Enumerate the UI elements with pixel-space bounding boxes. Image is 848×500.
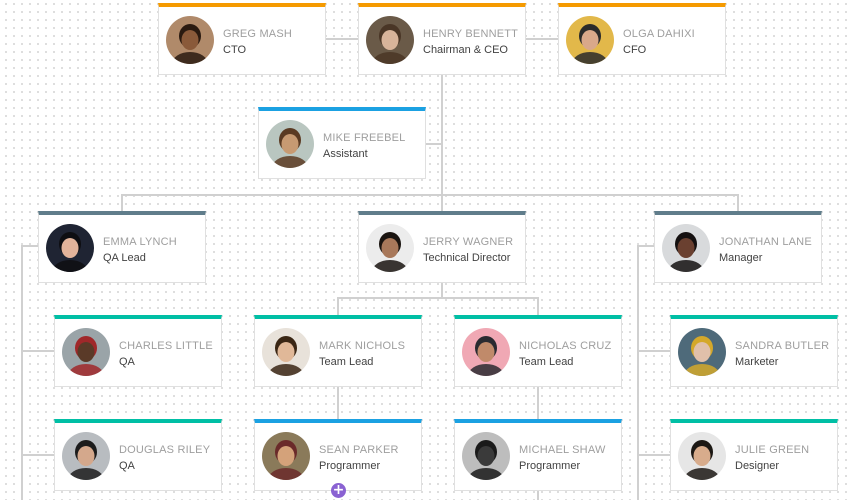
employee-title: Team Lead [319, 356, 374, 368]
person-photo-icon [366, 16, 414, 64]
employee-title: CTO [223, 44, 247, 56]
employee-title: QA [119, 356, 135, 368]
avatar [662, 224, 710, 272]
employee-name: MIKE FREEBEL [323, 132, 406, 144]
employee-title: Assistant [323, 148, 368, 160]
employee-title: Chairman & CEO [423, 44, 508, 56]
connector [337, 386, 339, 419]
avatar [166, 16, 214, 64]
avatar [62, 432, 110, 480]
org-card-julie-green[interactable]: JULIE GREEN Designer [670, 419, 838, 491]
connector [337, 297, 539, 299]
connector [121, 194, 739, 196]
employee-name: MARK NICHOLS [319, 340, 406, 352]
avatar [46, 224, 94, 272]
person-photo-icon [62, 328, 110, 376]
employee-name: SEAN PARKER [319, 444, 399, 456]
connector [637, 350, 670, 352]
avatar [366, 16, 414, 64]
employee-title: Programmer [519, 460, 581, 472]
avatar [678, 432, 726, 480]
person-photo-icon [566, 16, 614, 64]
employee-title: Marketer [735, 356, 779, 368]
org-card-sandra-butler[interactable]: SANDRA BUTLER Marketer [670, 315, 838, 387]
org-card-charles-little[interactable]: CHARLES LITTLE QA [54, 315, 222, 387]
employee-name: JERRY WAGNER [423, 236, 514, 248]
person-photo-icon [262, 432, 310, 480]
employee-title: Manager [719, 252, 763, 264]
add-node-button[interactable]: + [331, 483, 346, 498]
avatar [266, 120, 314, 168]
connector [426, 143, 442, 145]
org-card-greg-mash[interactable]: GREG MASH CTO [158, 3, 326, 75]
employee-title: Team Lead [519, 356, 574, 368]
connector [537, 386, 539, 419]
avatar [262, 328, 310, 376]
person-photo-icon [262, 328, 310, 376]
connector [121, 194, 123, 211]
org-card-emma-lynch[interactable]: EMMA LYNCH QA Lead [38, 211, 206, 283]
employee-title: QA Lead [103, 252, 146, 264]
person-photo-icon [266, 120, 314, 168]
employee-name: JULIE GREEN [735, 444, 810, 456]
org-card-jonathan-lane[interactable]: JONATHAN LANE Manager [654, 211, 822, 283]
person-photo-icon [166, 16, 214, 64]
person-photo-icon [62, 432, 110, 480]
employee-name: GREG MASH [223, 28, 293, 40]
employee-name: SANDRA BUTLER [735, 340, 830, 352]
connector [637, 245, 654, 247]
connector [21, 245, 38, 247]
org-card-nicholas-cruz[interactable]: NICHOLAS CRUZ Team Lead [454, 315, 622, 387]
connector [526, 38, 558, 40]
employee-title: Technical Director [423, 252, 511, 264]
avatar [262, 432, 310, 480]
person-photo-icon [462, 328, 510, 376]
employee-name: NICHOLAS CRUZ [519, 340, 612, 352]
plus-icon: + [332, 482, 345, 498]
org-card-mark-nichols[interactable]: MARK NICHOLS Team Lead [254, 315, 422, 387]
employee-title: Programmer [319, 460, 381, 472]
org-card-henry-bennett[interactable]: HENRY BENNETT Chairman & CEO [358, 3, 526, 75]
employee-name: JONATHAN LANE [719, 236, 812, 248]
connector [637, 245, 639, 500]
connector [537, 297, 539, 315]
person-photo-icon [678, 432, 726, 480]
avatar [366, 224, 414, 272]
connector [326, 38, 358, 40]
avatar [678, 328, 726, 376]
org-card-douglas-riley[interactable]: DOUGLAS RILEY QA [54, 419, 222, 491]
employee-name: CHARLES LITTLE [119, 340, 213, 352]
person-photo-icon [462, 432, 510, 480]
connector [337, 297, 339, 315]
connector [21, 454, 54, 456]
avatar [462, 328, 510, 376]
avatar [462, 432, 510, 480]
connector [637, 454, 670, 456]
avatar [62, 328, 110, 376]
person-photo-icon [366, 224, 414, 272]
employee-title: CFO [623, 44, 647, 56]
connector [441, 282, 443, 298]
org-card-jerry-wagner[interactable]: JERRY WAGNER Technical Director [358, 211, 526, 283]
employee-title: Designer [735, 460, 780, 472]
person-photo-icon [662, 224, 710, 272]
org-card-olga-dahixi[interactable]: OLGA DAHIXI CFO [558, 3, 726, 75]
connector [21, 350, 54, 352]
employee-name: OLGA DAHIXI [623, 28, 695, 40]
avatar [566, 16, 614, 64]
employee-name: EMMA LYNCH [103, 236, 177, 248]
employee-title: QA [119, 460, 135, 472]
connector [737, 194, 739, 211]
org-card-mike-freebel[interactable]: MIKE FREEBEL Assistant [258, 107, 426, 179]
connector [21, 245, 23, 500]
employee-name: DOUGLAS RILEY [119, 444, 211, 456]
person-photo-icon [46, 224, 94, 272]
employee-name: HENRY BENNETT [423, 28, 519, 40]
org-card-michael-shaw[interactable]: MICHAEL SHAW Programmer [454, 419, 622, 491]
employee-name: MICHAEL SHAW [519, 444, 606, 456]
connector [537, 490, 539, 500]
person-photo-icon [678, 328, 726, 376]
org-card-sean-parker[interactable]: SEAN PARKER Programmer [254, 419, 422, 491]
